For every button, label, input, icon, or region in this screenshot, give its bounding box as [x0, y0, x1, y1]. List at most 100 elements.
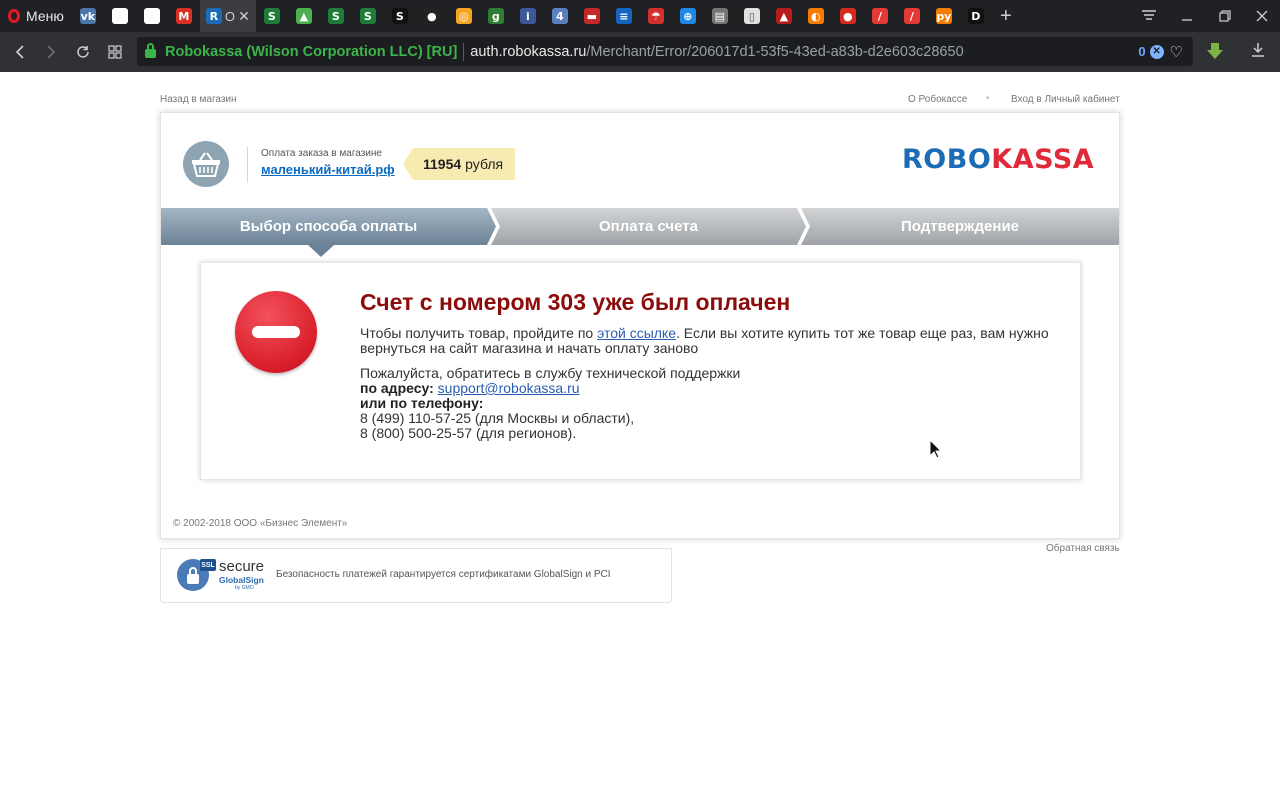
- stop-icon: [235, 291, 317, 373]
- tab-s-green[interactable]: S: [256, 0, 288, 32]
- step-pay-invoice: Оплата счета: [491, 208, 806, 245]
- support-email-link[interactable]: support@robokassa.ru: [438, 380, 580, 396]
- restore-icon[interactable]: [1206, 0, 1244, 32]
- amount-value: 11954: [423, 156, 462, 172]
- amount-currency: рубля: [465, 156, 504, 172]
- s-green-icon: S: [359, 8, 376, 24]
- tab-menu-icon[interactable]: [1130, 0, 1168, 32]
- error-title: Счет с номером 303 уже был оплачен: [360, 289, 791, 315]
- url-host: auth.robokassa.ru: [470, 43, 587, 60]
- forward-icon[interactable]: [35, 32, 67, 72]
- minimize-icon[interactable]: [1168, 0, 1206, 32]
- ssl-gmo-text: by GMO: [235, 585, 254, 591]
- close-window-icon[interactable]: [1243, 0, 1280, 32]
- umbrella-icon: ☂: [647, 8, 664, 24]
- tab-d[interactable]: D: [960, 0, 992, 32]
- url-text[interactable]: auth.robokassa.ru/Merchant/Error/206017d…: [470, 44, 963, 60]
- download-extension-icon[interactable]: [1206, 42, 1224, 60]
- ssl-badge: SSL: [200, 559, 216, 571]
- downloads-icon[interactable]: [1248, 42, 1268, 62]
- tab-circle[interactable]: ◎: [448, 0, 480, 32]
- tab-bike[interactable]: ◐: [800, 0, 832, 32]
- robokassa-tab-icon: R: [205, 8, 222, 24]
- vk-icon: vk: [79, 8, 96, 24]
- opera-menu-button[interactable]: Меню: [0, 0, 72, 32]
- tab-s-green[interactable]: S: [320, 0, 352, 32]
- personal-cabinet-link[interactable]: Вход в Личный кабинет: [1011, 94, 1120, 105]
- link-separator: •: [986, 93, 990, 104]
- tab-printer[interactable]: ▤: [704, 0, 736, 32]
- globe-icon: ⊕: [679, 8, 696, 24]
- feedback-link[interactable]: Обратная связь: [1046, 543, 1120, 554]
- basket-icon: [183, 141, 229, 187]
- ssl-guarantee-text: Безопасность платежей гарантируется серт…: [276, 569, 611, 580]
- tab-s-green[interactable]: S: [352, 0, 384, 32]
- tab-blank-page[interactable]: [136, 0, 168, 32]
- shop-link[interactable]: маленький-китай.рф: [261, 162, 395, 177]
- certificate-label[interactable]: Robokassa (Wilson Corporation LLC) [RU]: [165, 44, 457, 60]
- support-info: Пожалуйста, обратитесь в службу техничес…: [360, 366, 740, 441]
- new-tab-button[interactable]: +: [992, 0, 1020, 32]
- url-divider: [463, 42, 465, 61]
- tab-ru[interactable]: ру: [928, 0, 960, 32]
- tab-bar: Меню vk M R O ✕ S ▲ S S S ● ◎ g i 4 ▬ ≡ ☂ ⊕ ▤ ▯ ▲ ◐ ● / / ру D …: [0, 0, 1280, 32]
- active-step-pointer: [308, 245, 334, 257]
- logo-kassa: KASSA: [991, 144, 1095, 175]
- about-robokassa-link[interactable]: О Робокассе: [908, 94, 967, 105]
- tab-globe[interactable]: ⊕: [672, 0, 704, 32]
- tab-vk[interactable]: vk: [72, 0, 104, 32]
- menu-label: Меню: [26, 8, 64, 24]
- error-message-box: Счет с номером 303 уже был оплачен Чтобы…: [200, 262, 1081, 480]
- tab-file[interactable]: ▯: [736, 0, 768, 32]
- tab-slash-red[interactable]: /: [896, 0, 928, 32]
- ssl-security-box: SSL secure GlobalSign by GMO Безопасност…: [160, 548, 672, 603]
- logo-robo: ROBO: [902, 144, 992, 175]
- speed-dial-icon[interactable]: [99, 32, 131, 72]
- tab-russia-flag[interactable]: ●: [832, 0, 864, 32]
- tab-umbrella[interactable]: ☂: [640, 0, 672, 32]
- tab-italic-i[interactable]: i: [512, 0, 544, 32]
- tab-number-4[interactable]: 4: [544, 0, 576, 32]
- tab-s-black[interactable]: S: [384, 0, 416, 32]
- url-field[interactable]: Robokassa (Wilson Corporation LLC) [RU] …: [137, 37, 1193, 66]
- by-address-label: по адресу:: [360, 380, 434, 396]
- url-actions: 0 ✕ ♡: [1138, 37, 1183, 66]
- header-divider: [247, 147, 248, 183]
- close-tab-icon[interactable]: ✕: [238, 8, 250, 25]
- adblock-icon[interactable]: ✕: [1149, 44, 1164, 59]
- ball-icon: ●: [423, 8, 440, 24]
- tab-g[interactable]: g: [480, 0, 512, 32]
- robokassa-logo: ROBOKASSA: [902, 143, 1094, 177]
- address-bar-row: Robokassa (Wilson Corporation LLC) [RU] …: [0, 32, 1280, 72]
- ssl-globalsign-text: GlobalSign: [219, 575, 264, 585]
- back-to-shop-link[interactable]: Назад в магазин: [160, 94, 237, 105]
- adblock-count: 0: [1138, 44, 1146, 59]
- green-leaf-icon: ▲: [295, 8, 312, 24]
- goods-link[interactable]: этой ссылке: [597, 325, 676, 341]
- blank-page-icon: [111, 8, 128, 24]
- landscape-icon: ▲: [775, 8, 792, 24]
- reload-icon[interactable]: [67, 32, 99, 72]
- tab-ball[interactable]: ●: [416, 0, 448, 32]
- phone-regions: 8 (800) 500-25-57 (для регионов).: [360, 425, 577, 441]
- tab-gmail[interactable]: M: [168, 0, 200, 32]
- tab-chip[interactable]: ≡: [608, 0, 640, 32]
- russia-flag-icon: ●: [839, 8, 856, 24]
- bike-icon: ◐: [807, 8, 824, 24]
- tab-slash-red[interactable]: /: [864, 0, 896, 32]
- tab-green-leaf[interactable]: ▲: [288, 0, 320, 32]
- support-intro: Пожалуйста, обратитесь в службу техничес…: [360, 365, 741, 381]
- tab-active-robokassa[interactable]: R O ✕: [199, 0, 256, 32]
- tab-landscape[interactable]: ▲: [768, 0, 800, 32]
- payment-steps: Выбор способа оплаты Оплата счета Подтве…: [161, 208, 1119, 245]
- tab-blank-page[interactable]: [104, 0, 136, 32]
- s-green-icon: S: [327, 8, 344, 24]
- circle-icon: ◎: [455, 8, 472, 24]
- back-icon[interactable]: [4, 32, 36, 72]
- d-icon: D: [967, 8, 984, 24]
- error-description: Чтобы получить товар, пройдите по этой с…: [360, 326, 1050, 356]
- heart-icon[interactable]: ♡: [1170, 43, 1183, 61]
- ssl-secure-text: secure: [219, 558, 265, 575]
- file-icon: ▯: [743, 8, 760, 24]
- tab-car[interactable]: ▬: [576, 0, 608, 32]
